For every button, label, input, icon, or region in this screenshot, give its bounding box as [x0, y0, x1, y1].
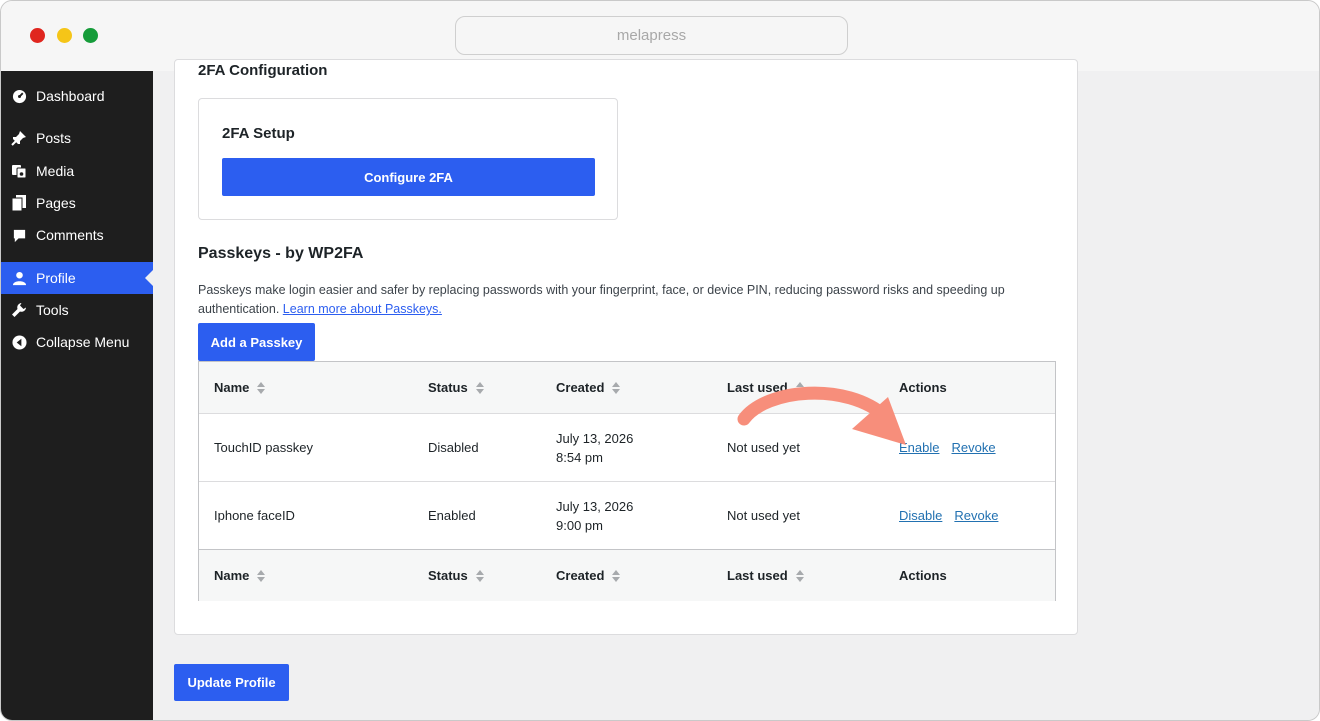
column-footer-last-used[interactable]: Last used	[727, 550, 804, 601]
passkey-name: TouchID passkey	[214, 440, 313, 455]
table-header-row: Name Status Created Last used Actions	[199, 362, 1055, 413]
table-row: TouchID passkey Disabled July 13, 2026 8…	[199, 413, 1055, 481]
sidebar-item-posts[interactable]: Posts	[1, 122, 153, 154]
collapse-icon	[11, 334, 27, 350]
passkey-name: Iphone faceID	[214, 508, 295, 523]
configure-2fa-button[interactable]: Configure 2FA	[222, 158, 595, 196]
sidebar-item-pages[interactable]: Pages	[1, 187, 153, 219]
add-passkey-button[interactable]: Add a Passkey	[198, 323, 315, 361]
sort-icon	[257, 569, 266, 582]
media-icon	[11, 163, 27, 179]
sidebar-item-label: Posts	[36, 130, 72, 146]
settings-panel: 2FA Configuration 2FA Setup Configure 2F…	[174, 59, 1078, 635]
created-time: 8:54 pm	[556, 449, 603, 465]
sort-icon	[795, 569, 804, 582]
column-footer-actions: Actions	[899, 568, 947, 583]
address-bar[interactable]: melapress	[455, 16, 848, 55]
browser-window: melapress Dashboard Posts Media Pages Co…	[0, 0, 1320, 721]
sidebar-item-profile[interactable]: Profile	[1, 262, 153, 294]
user-icon	[11, 270, 27, 286]
passkeys-description: Passkeys make login easier and safer by …	[198, 281, 1058, 319]
section-heading-passkeys: Passkeys - by WP2FA	[198, 245, 364, 262]
sidebar-item-label: Tools	[36, 302, 69, 318]
column-header-name[interactable]: Name	[214, 362, 266, 413]
sidebar-item-label: Media	[36, 163, 75, 179]
2fa-setup-card: 2FA Setup Configure 2FA	[198, 98, 618, 220]
close-window-button[interactable]	[30, 28, 45, 43]
sidebar-item-tools[interactable]: Tools	[1, 294, 153, 326]
sidebar-item-label: Pages	[36, 195, 76, 211]
sort-icon	[257, 381, 266, 394]
wrench-icon	[11, 302, 27, 318]
passkey-status: Disabled	[428, 440, 479, 455]
column-footer-status[interactable]: Status	[428, 550, 484, 601]
sort-icon	[475, 569, 484, 582]
passkey-actions: Disable Revoke	[899, 482, 1010, 549]
table-row: Iphone faceID Enabled July 13, 2026 9:00…	[199, 481, 1055, 549]
card-title: 2FA Setup	[222, 125, 295, 142]
annotation-arrow-icon	[737, 386, 906, 445]
passkey-status: Enabled	[428, 508, 476, 523]
sort-icon	[475, 381, 484, 394]
sidebar-item-label: Profile	[36, 270, 76, 286]
minimize-window-button[interactable]	[57, 28, 72, 43]
comments-icon	[11, 227, 27, 243]
passkey-created: July 13, 2026 9:00 pm	[556, 482, 633, 549]
created-time: 9:00 pm	[556, 517, 603, 533]
pin-icon	[11, 130, 27, 146]
column-header-status[interactable]: Status	[428, 362, 484, 413]
column-header-created[interactable]: Created	[556, 362, 621, 413]
created-date: July 13, 2026	[556, 430, 634, 446]
collapse-menu-button[interactable]: Collapse Menu	[1, 326, 153, 358]
passkeys-table: Name Status Created Last used Actions To…	[198, 361, 1056, 601]
passkey-last-used: Not used yet	[727, 508, 800, 523]
passkey-created: July 13, 2026 8:54 pm	[556, 414, 633, 481]
sidebar-item-label: Dashboard	[36, 88, 105, 104]
sidebar-item-label: Collapse Menu	[36, 334, 130, 350]
sort-icon	[612, 381, 621, 394]
pages-icon	[11, 195, 27, 211]
revoke-link[interactable]: Revoke	[951, 440, 995, 455]
learn-more-link[interactable]: Learn more about Passkeys.	[283, 302, 442, 316]
sidebar-item-media[interactable]: Media	[1, 155, 153, 187]
dashboard-icon	[11, 88, 27, 104]
update-profile-button[interactable]: Update Profile	[174, 664, 289, 701]
created-date: July 13, 2026	[556, 498, 634, 514]
sidebar-item-dashboard[interactable]: Dashboard	[1, 80, 153, 112]
sidebar-item-comments[interactable]: Comments	[1, 219, 153, 251]
revoke-link[interactable]: Revoke	[954, 508, 998, 523]
admin-sidebar: Dashboard Posts Media Pages Comments Pro…	[1, 71, 153, 720]
sidebar-item-label: Comments	[36, 227, 104, 243]
section-heading-2fa-configuration: 2FA Configuration	[198, 62, 328, 79]
column-footer-created[interactable]: Created	[556, 550, 621, 601]
maximize-window-button[interactable]	[83, 28, 98, 43]
disable-link[interactable]: Disable	[899, 508, 942, 523]
table-footer-row: Name Status Created Last used Actions	[199, 549, 1055, 601]
column-footer-name[interactable]: Name	[214, 550, 266, 601]
sort-icon	[612, 569, 621, 582]
